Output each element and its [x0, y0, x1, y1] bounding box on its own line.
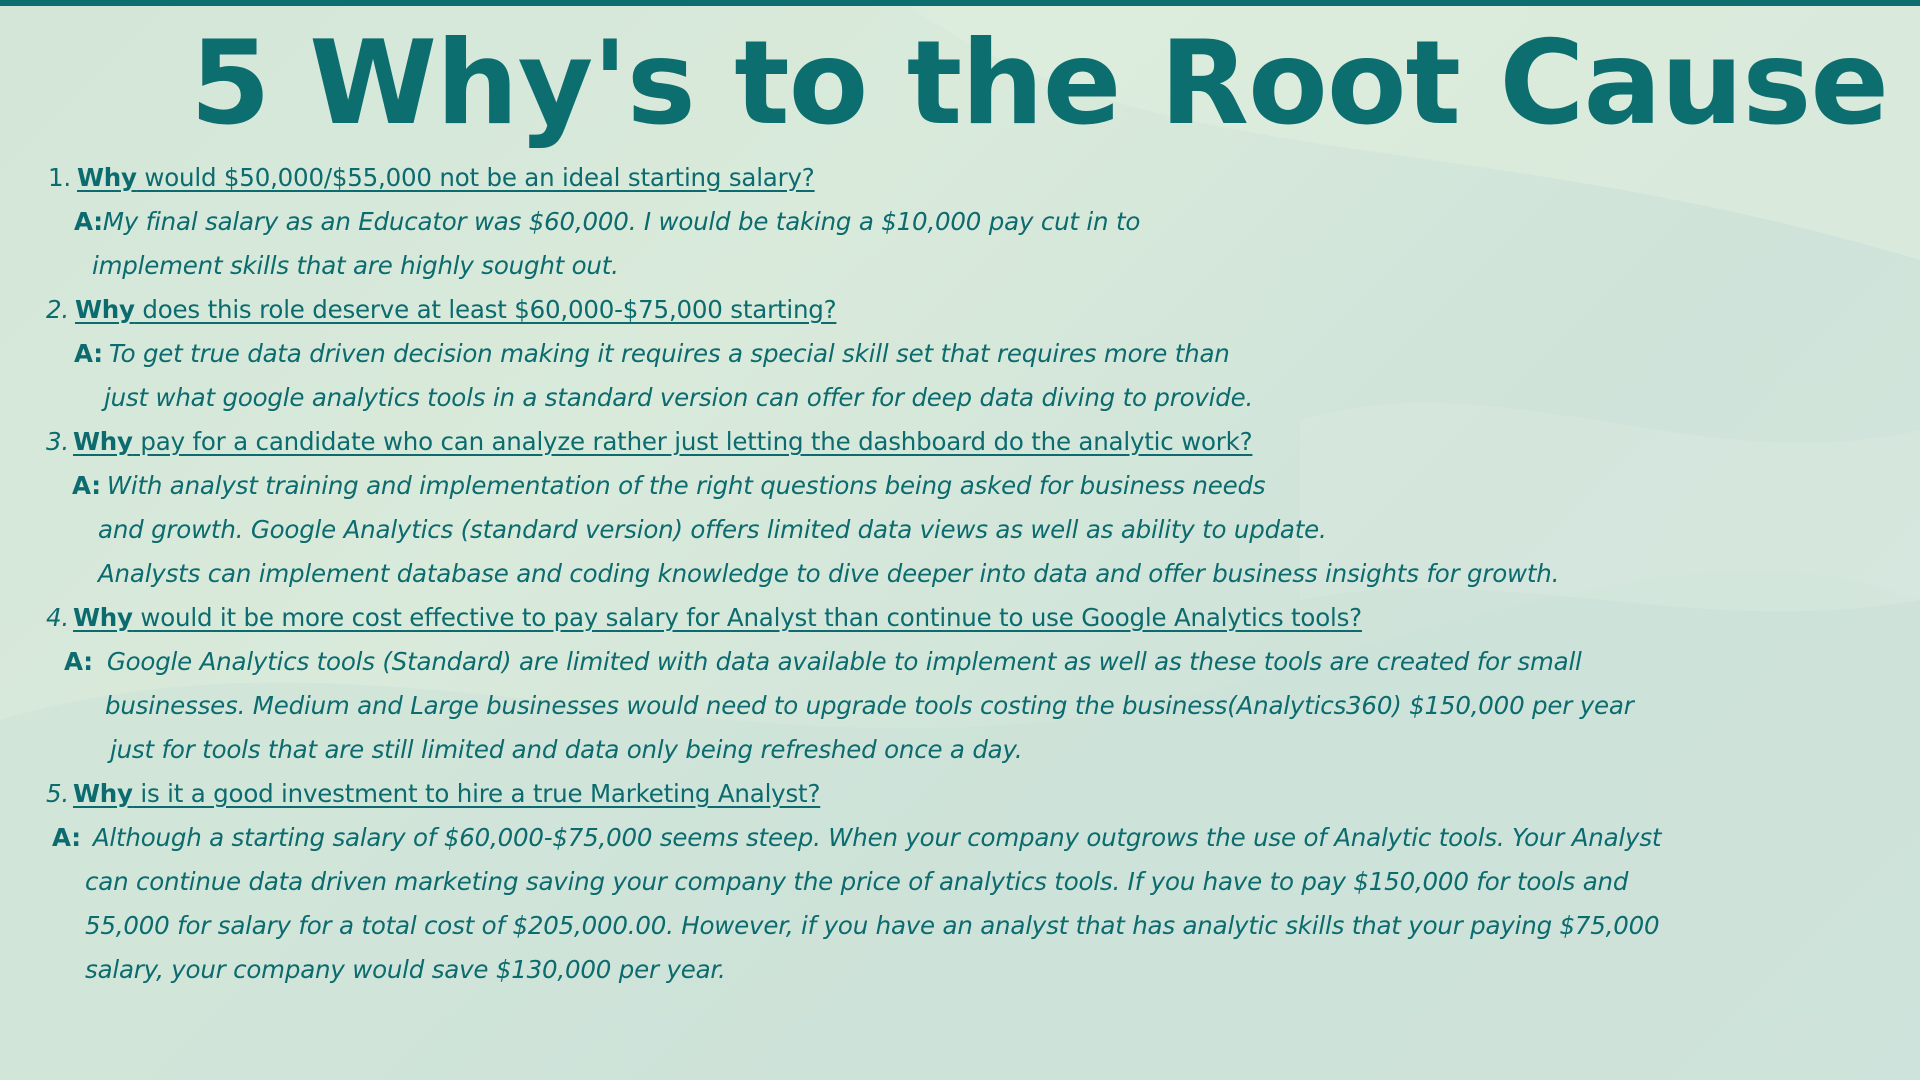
question-4: 4. Why would it be more cost effective to…: [0, 596, 1700, 640]
question-number: 5.: [46, 779, 69, 808]
why-keyword: Why: [72, 603, 133, 632]
answer-text: My final salary as an Educator was $60,0…: [102, 207, 1141, 236]
answer-5-line-3: 55,000 for salary for a total cost of $2…: [0, 904, 1700, 948]
question-3: 3. Why pay for a candidate who can analyz…: [0, 420, 1700, 464]
answer-label: A:: [74, 339, 103, 368]
answer-text: To get true data driven decision making …: [108, 339, 1230, 368]
why-keyword: Why: [72, 427, 133, 456]
question-number: 4.: [46, 603, 69, 632]
page-title: 5 Why's to the Root Cause: [190, 16, 1889, 151]
answer-1-line-1: A:My final salary as an Educator was $60…: [0, 200, 1700, 244]
answer-4-line-3: just for tools that are still limited an…: [0, 728, 1700, 772]
answer-text: With analyst training and implementation…: [106, 471, 1266, 500]
answer-3-line-2: and growth. Google Analytics (standard v…: [0, 508, 1700, 552]
answer-text: just for tools that are still limited an…: [110, 735, 1023, 764]
question-text: does this role deserve at least $60,000-…: [134, 295, 837, 324]
answer-5-line-4: salary, your company would save $130,000…: [0, 948, 1700, 992]
answer-label: A:: [74, 207, 103, 236]
question-text: pay for a candidate who can analyze rath…: [132, 427, 1253, 456]
answer-text: 55,000 for salary for a total cost of $2…: [85, 911, 1660, 940]
question-number: 2.: [46, 295, 69, 324]
question-text: would it be more cost effective to pay s…: [132, 603, 1362, 632]
why-keyword: Why: [72, 779, 133, 808]
answer-4-line-1: A: Google Analytics tools (Standard) are …: [0, 640, 1700, 684]
answer-text: implement skills that are highly sought …: [92, 251, 619, 280]
top-accent-bar: [0, 0, 1920, 6]
question-2: 2. Why does this role deserve at least $6…: [0, 288, 1700, 332]
answer-1-line-2: implement skills that are highly sought …: [0, 244, 1700, 288]
question-number: 3.: [46, 427, 69, 456]
five-whys-list: 1. Why would $50,000/$55,000 not be an id…: [0, 156, 1700, 992]
answer-text: and growth. Google Analytics (standard v…: [98, 515, 1327, 544]
why-keyword: Why: [74, 295, 135, 324]
answer-text: Google Analytics tools (Standard) are li…: [106, 647, 1582, 676]
answer-4-line-2: businesses. Medium and Large businesses …: [0, 684, 1700, 728]
answer-text: can continue data driven marketing savin…: [85, 867, 1629, 896]
question-5: 5. Why is it a good investment to hire a …: [0, 772, 1700, 816]
question-text: is it a good investment to hire a true M…: [132, 779, 821, 808]
question-1: 1. Why would $50,000/$55,000 not be an id…: [0, 156, 1700, 200]
answer-label: A:: [64, 647, 93, 676]
answer-text: Although a starting salary of $60,000-$7…: [92, 823, 1662, 852]
answer-text: businesses. Medium and Large businesses …: [105, 691, 1634, 720]
answer-label: A:: [52, 823, 81, 852]
answer-3-line-3: Analysts can implement database and codi…: [0, 552, 1700, 596]
answer-5-line-1: A: Although a starting salary of $60,000-…: [0, 816, 1700, 860]
answer-2-line-2: just what google analytics tools in a st…: [0, 376, 1700, 420]
question-number: 1.: [48, 163, 71, 192]
answer-5-line-2: can continue data driven marketing savin…: [0, 860, 1700, 904]
answer-2-line-1: A: To get true data driven decision makin…: [0, 332, 1700, 376]
answer-label: A:: [72, 471, 101, 500]
question-text: would $50,000/$55,000 not be an ideal st…: [136, 163, 815, 192]
answer-text: Analysts can implement database and codi…: [98, 559, 1560, 588]
answer-3-line-1: A: With analyst training and implementati…: [0, 464, 1700, 508]
why-keyword: Why: [76, 163, 137, 192]
answer-text: salary, your company would save $130,000…: [85, 955, 726, 984]
answer-text: just what google analytics tools in a st…: [104, 383, 1254, 412]
